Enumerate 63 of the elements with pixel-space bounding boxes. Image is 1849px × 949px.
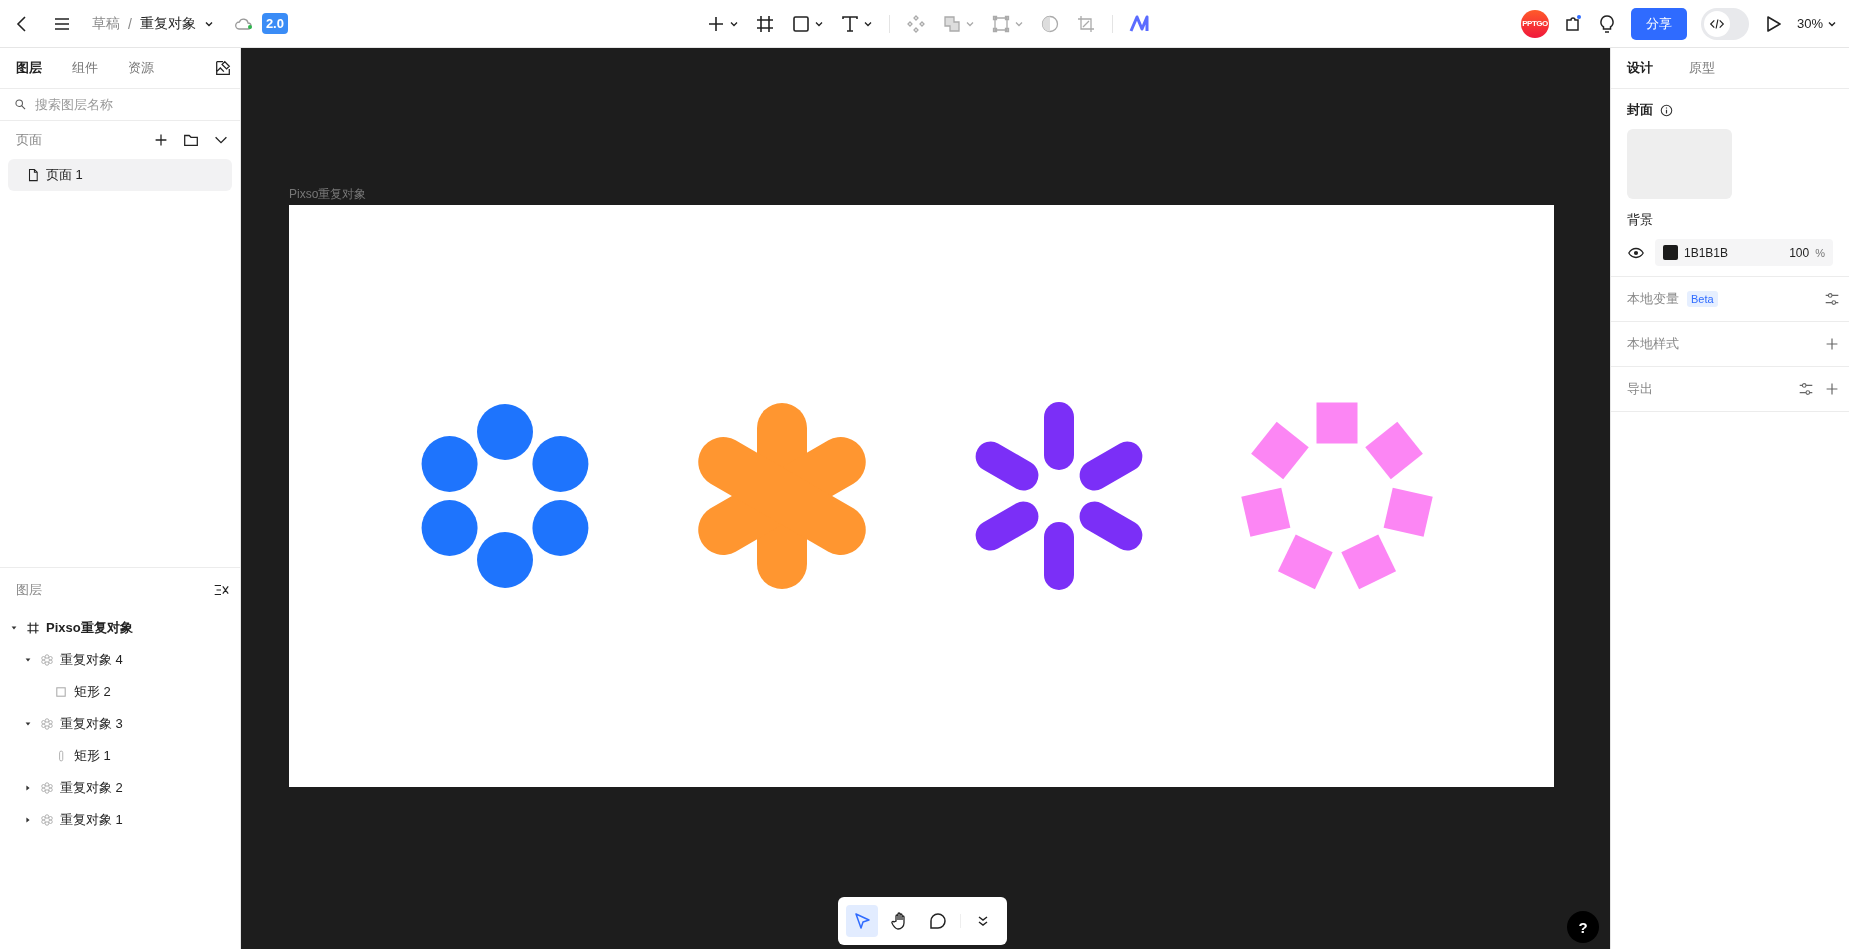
layer-row[interactable]: 重复对象 1 — [0, 804, 240, 836]
caret-icon[interactable] — [24, 816, 32, 824]
shape-icon — [791, 13, 811, 34]
sliders-icon[interactable] — [1797, 380, 1815, 398]
repeat-icon — [40, 813, 54, 827]
caret-icon[interactable] — [24, 720, 32, 728]
comment-icon — [928, 911, 948, 931]
repeat-icon — [40, 653, 54, 667]
repeat-icon — [40, 717, 54, 731]
caret-icon[interactable] — [24, 784, 32, 792]
avatar[interactable]: PPTGO — [1520, 9, 1549, 38]
frame-label: Pixso重复对象 — [289, 186, 368, 203]
vector-icon — [991, 13, 1011, 34]
sliders-icon[interactable] — [1823, 290, 1841, 308]
ai-icon — [1129, 13, 1149, 34]
code-toggle[interactable] — [1700, 7, 1749, 40]
component-icon — [906, 13, 926, 34]
panel-tab[interactable]: 原型 — [1689, 59, 1715, 77]
layer-row[interactable]: 矩形 2 — [0, 676, 240, 708]
frame-icon — [755, 13, 775, 34]
beta-badge: Beta — [1687, 291, 1718, 307]
breadcrumb-folder[interactable]: 草稿 — [92, 14, 120, 33]
mask-icon — [1040, 13, 1060, 34]
version-badge: 2.0 — [261, 13, 288, 34]
caret-icon[interactable] — [24, 656, 32, 664]
rect-icon — [54, 685, 68, 699]
info-icon[interactable] — [1659, 102, 1674, 118]
search-icon — [14, 98, 27, 111]
panel-tab[interactable]: 组件 — [72, 59, 98, 77]
pointer-icon — [852, 911, 872, 931]
page-icon — [26, 168, 40, 182]
share-button[interactable]: 分享 — [1630, 7, 1687, 40]
section-title: 图层 — [16, 581, 42, 599]
page-item[interactable]: 页面 1 — [8, 159, 232, 191]
section-title: 封面 — [1627, 101, 1653, 119]
fill-field[interactable]: 1B1B1B 100 % — [1655, 239, 1833, 266]
panel-tab[interactable]: 资源 — [128, 59, 154, 77]
panel-tab[interactable]: 图层 — [16, 59, 42, 77]
crop-icon — [1076, 13, 1096, 34]
layer-row[interactable]: 矩形 1 — [0, 740, 240, 772]
layer-row[interactable]: Pixso重复对象 — [0, 612, 240, 644]
file-name[interactable]: 重复对象 — [139, 14, 196, 33]
breadcrumb-separator: / — [128, 15, 132, 32]
section-title: 本地样式 — [1627, 335, 1679, 353]
pointer-tool[interactable] — [846, 905, 878, 937]
caret-icon[interactable] — [10, 624, 18, 632]
section-title: 背景 — [1627, 211, 1654, 229]
section-title: 导出 — [1627, 380, 1653, 398]
layer-row[interactable]: 重复对象 2 — [0, 772, 240, 804]
layer-row[interactable]: 重复对象 3 — [0, 708, 240, 740]
image-icon[interactable] — [214, 59, 232, 77]
frame-icon — [26, 621, 40, 635]
text-icon — [840, 13, 860, 34]
color-swatch[interactable] — [1663, 245, 1678, 260]
section-title: 本地变量 — [1627, 290, 1679, 308]
layer-row[interactable]: 重复对象 4 — [0, 644, 240, 676]
section-title: 页面 — [16, 131, 42, 149]
boolean-icon — [942, 13, 962, 34]
search-field[interactable]: 搜索图层名称 — [33, 96, 226, 113]
repeat-icon — [40, 781, 54, 795]
help-button[interactable]: ? — [1567, 911, 1599, 943]
panel-tab[interactable]: 设计 — [1627, 59, 1653, 77]
zoom-level[interactable]: 30% — [1796, 16, 1823, 31]
